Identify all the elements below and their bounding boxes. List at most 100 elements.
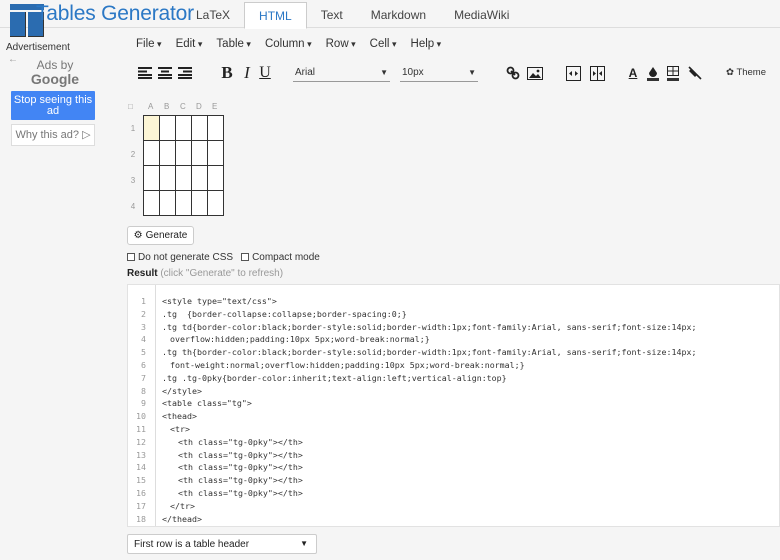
- grid-cell[interactable]: [192, 141, 208, 166]
- font-family-select[interactable]: Arial ▼: [293, 65, 390, 82]
- grid-cell[interactable]: [208, 141, 224, 166]
- menu-table[interactable]: Table: [216, 38, 251, 50]
- code-text: <table class="tg">: [162, 398, 252, 409]
- grid-cell[interactable]: [144, 116, 160, 141]
- result-hint: (click "Generate" to refresh): [160, 268, 284, 279]
- compact-mode-checkbox[interactable]: [241, 253, 250, 261]
- text-color-icon[interactable]: A: [624, 64, 642, 82]
- menu-column[interactable]: Column: [265, 38, 312, 50]
- column-header[interactable]: D: [196, 102, 202, 111]
- code-text: <tr>: [170, 424, 190, 434]
- no-css-checkbox[interactable]: [127, 253, 135, 261]
- grid-cell[interactable]: [160, 116, 176, 141]
- italic-icon[interactable]: I: [238, 63, 256, 82]
- menu-row[interactable]: Row: [326, 38, 356, 50]
- row-header[interactable]: 2: [126, 150, 140, 159]
- grid-cell[interactable]: [208, 166, 224, 191]
- ad-back-arrow-icon[interactable]: ←: [8, 54, 18, 65]
- line-number: 14: [136, 462, 146, 473]
- code-text: <th class="tg-0pky"></th>: [178, 449, 303, 460]
- grid-cell[interactable]: [192, 116, 208, 141]
- code-line: 13 <th class="tg-0pky"></th>: [128, 449, 779, 461]
- merge-cells-icon[interactable]: [564, 64, 582, 82]
- border-icon[interactable]: [664, 64, 682, 82]
- logo[interactable]: Tables Generator: [10, 2, 194, 37]
- code-output[interactable]: 1 <style type="text/css"> 2 .tg {border-col…: [127, 284, 780, 527]
- grid-cell[interactable]: [176, 141, 192, 166]
- column-header[interactable]: E: [212, 102, 217, 111]
- grid-cell[interactable]: [176, 191, 192, 216]
- row-header[interactable]: 1: [126, 124, 140, 133]
- header-row-select[interactable]: First row is a table header ▼: [127, 534, 317, 554]
- menu-help[interactable]: Help: [411, 38, 442, 50]
- clear-format-icon[interactable]: [686, 64, 704, 82]
- split-cells-icon[interactable]: [588, 64, 606, 82]
- result-heading: Result (click "Generate" to refresh): [127, 268, 283, 279]
- align-left-icon[interactable]: [136, 64, 154, 82]
- row-header[interactable]: 4: [126, 202, 140, 211]
- chevron-down-icon: ▼: [380, 68, 388, 77]
- column-header[interactable]: B: [164, 102, 169, 111]
- grid-cell[interactable]: [160, 191, 176, 216]
- google-text: Google: [30, 71, 80, 87]
- code-line: 8 </style>: [128, 385, 779, 397]
- line-number: 10: [136, 411, 146, 422]
- tab-latex[interactable]: LaTeX: [182, 2, 244, 29]
- theme-button[interactable]: ✿ Theme: [726, 67, 766, 78]
- grid-cell[interactable]: [144, 141, 160, 166]
- line-number: 4: [141, 334, 146, 345]
- code-text: <th class="tg-0pky"></th>: [178, 475, 303, 486]
- menu-file[interactable]: File: [136, 38, 162, 50]
- top-bar: Tables Generator LaTeX HTML Text Markdow…: [0, 0, 780, 37]
- grid-cell[interactable]: [144, 191, 160, 216]
- code-text: font-weight:normal;overflow:hidden;paddi…: [170, 360, 525, 370]
- font-size-select[interactable]: 10px ▼: [400, 65, 478, 82]
- stop-seeing-ad-button[interactable]: Stop seeing this ad: [11, 91, 95, 120]
- align-right-icon[interactable]: [176, 64, 194, 82]
- grid-cell[interactable]: [192, 191, 208, 216]
- generate-label: Generate: [145, 230, 188, 241]
- grid-cell[interactable]: [144, 166, 160, 191]
- row-header[interactable]: 3: [126, 176, 140, 185]
- grid-cell[interactable]: [160, 166, 176, 191]
- bold-icon[interactable]: B: [218, 63, 236, 82]
- code-line: 7 .tg .tg-0pky{border-color:inherit;text-…: [128, 372, 779, 384]
- column-header[interactable]: C: [180, 102, 186, 111]
- line-number: 13: [136, 449, 146, 460]
- tab-text[interactable]: Text: [307, 2, 357, 29]
- compact-mode-option[interactable]: Compact mode: [241, 252, 320, 263]
- advertisement-panel: Advertisement ← Ads by Google Stop seein…: [0, 38, 100, 558]
- underline-icon[interactable]: U: [256, 64, 274, 82]
- grid-cell[interactable]: [208, 191, 224, 216]
- link-icon[interactable]: [504, 64, 522, 82]
- column-header[interactable]: A: [148, 102, 153, 111]
- grid-cell[interactable]: [192, 166, 208, 191]
- align-center-icon[interactable]: [156, 64, 174, 82]
- grid-cell[interactable]: [176, 166, 192, 191]
- line-number: 17: [136, 500, 146, 511]
- why-this-ad-button[interactable]: Why this ad? ▷: [11, 124, 95, 146]
- fill-color-icon[interactable]: [644, 64, 662, 82]
- menu-edit[interactable]: Edit: [176, 38, 203, 50]
- editor-main: File Edit Table Column Row Cell Help B I…: [118, 32, 780, 560]
- tab-mediawiki[interactable]: MediaWiki: [440, 2, 523, 29]
- theme-icon: ✿: [726, 67, 734, 78]
- select-all-checkbox[interactable]: □: [128, 102, 133, 111]
- grid-row: [144, 191, 224, 216]
- grid-cell[interactable]: [176, 116, 192, 141]
- grid-cell[interactable]: [160, 141, 176, 166]
- no-css-option[interactable]: Do not generate CSS: [127, 252, 233, 263]
- code-text: </style>: [162, 385, 202, 396]
- tab-html[interactable]: HTML: [244, 2, 307, 29]
- menu-cell[interactable]: Cell: [370, 38, 397, 50]
- code-text: .tg th{border-color:black;border-style:s…: [162, 347, 697, 358]
- chevron-down-icon: ▼: [300, 539, 308, 548]
- code-text: <thead>: [162, 411, 197, 422]
- image-icon[interactable]: [526, 64, 544, 82]
- tab-markdown[interactable]: Markdown: [357, 2, 440, 29]
- code-line: 4 overflow:hidden;padding:10px 5px;word-b…: [128, 333, 779, 345]
- app-title: Tables Generator: [36, 2, 194, 25]
- grid-cell[interactable]: [208, 116, 224, 141]
- code-text: <th class="tg-0pky"></th>: [178, 436, 303, 447]
- generate-button[interactable]: ⚙ Generate: [127, 226, 194, 245]
